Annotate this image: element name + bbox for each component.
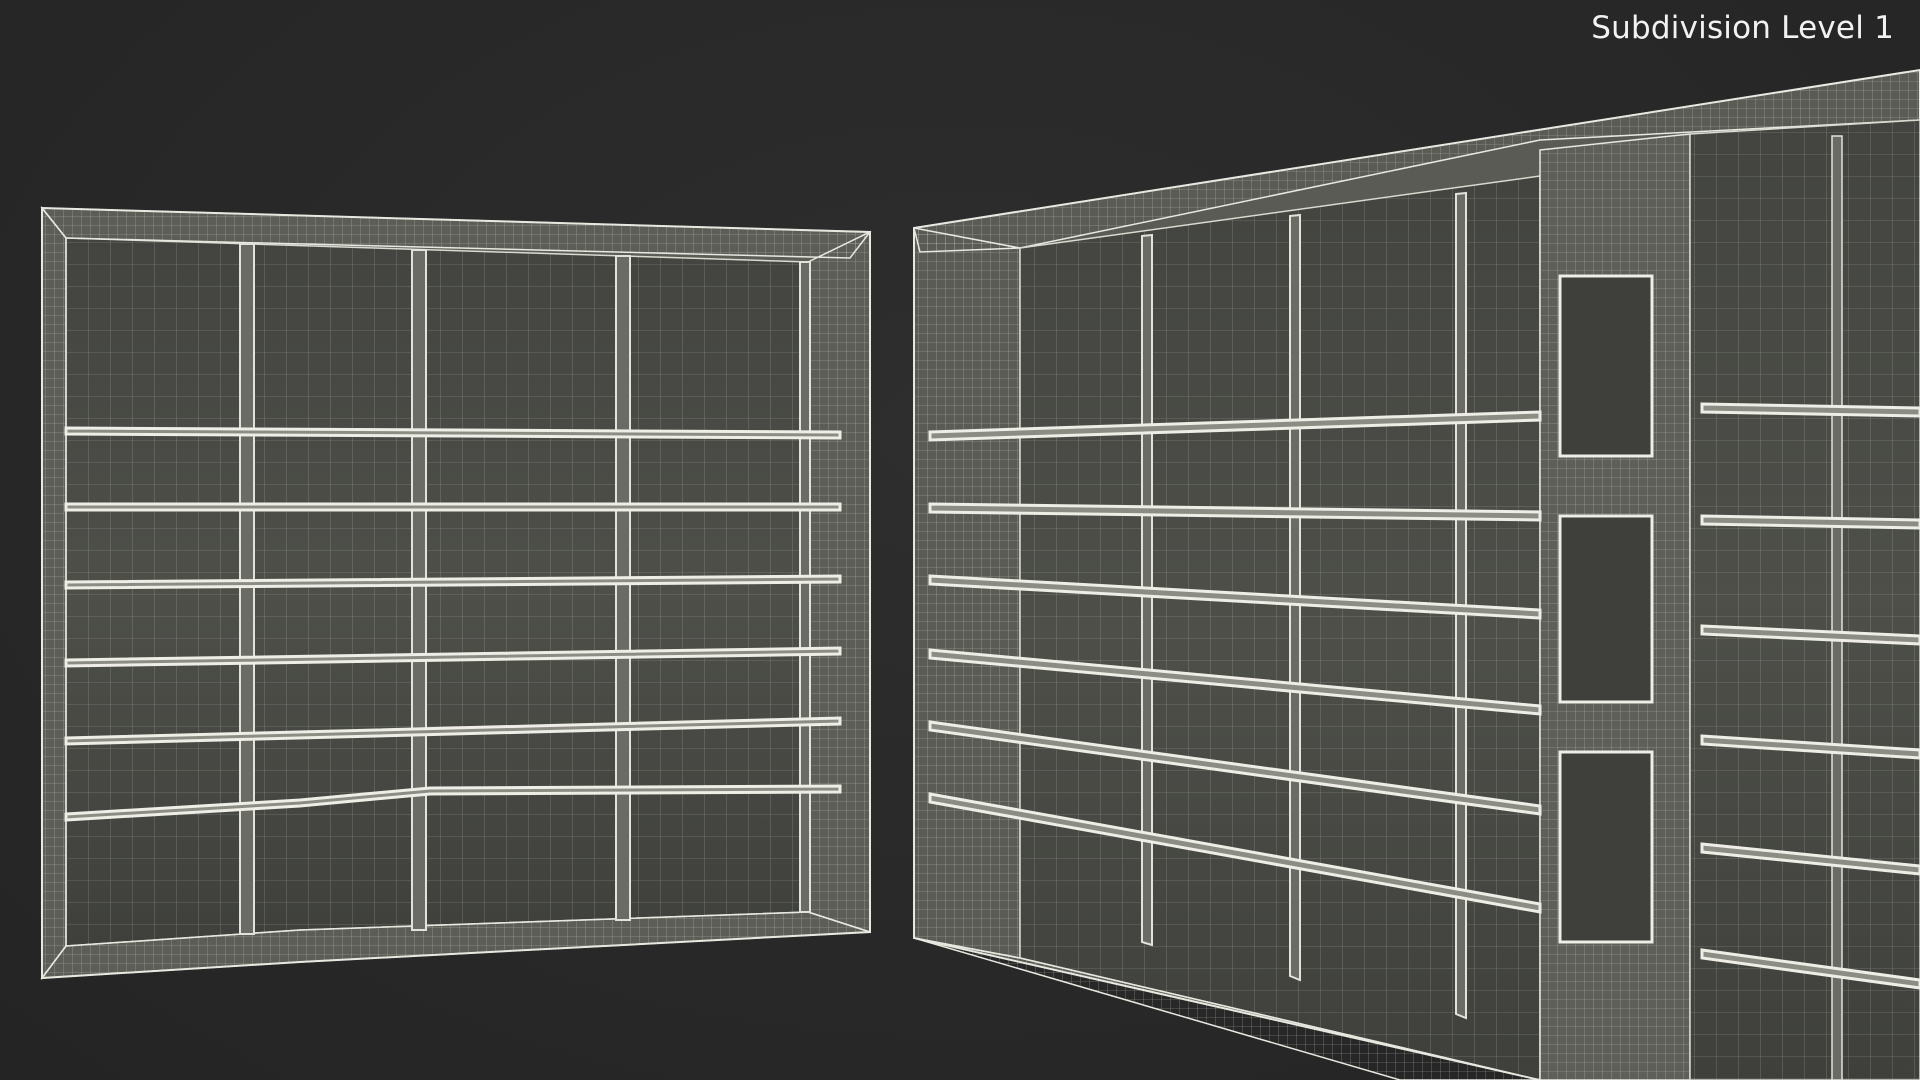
viewport[interactable]: Subdivision Level 1	[0, 0, 1920, 1080]
niche-middle	[1558, 514, 1654, 704]
niche-top	[1558, 274, 1654, 458]
corner-bookshelf	[40, 205, 872, 981]
scene-render	[40, 68, 1920, 1080]
niche-bottom	[1558, 750, 1654, 944]
subdivision-level-label: Subdivision Level 1	[1591, 10, 1894, 46]
wall-bookshelf	[913, 68, 1920, 1080]
